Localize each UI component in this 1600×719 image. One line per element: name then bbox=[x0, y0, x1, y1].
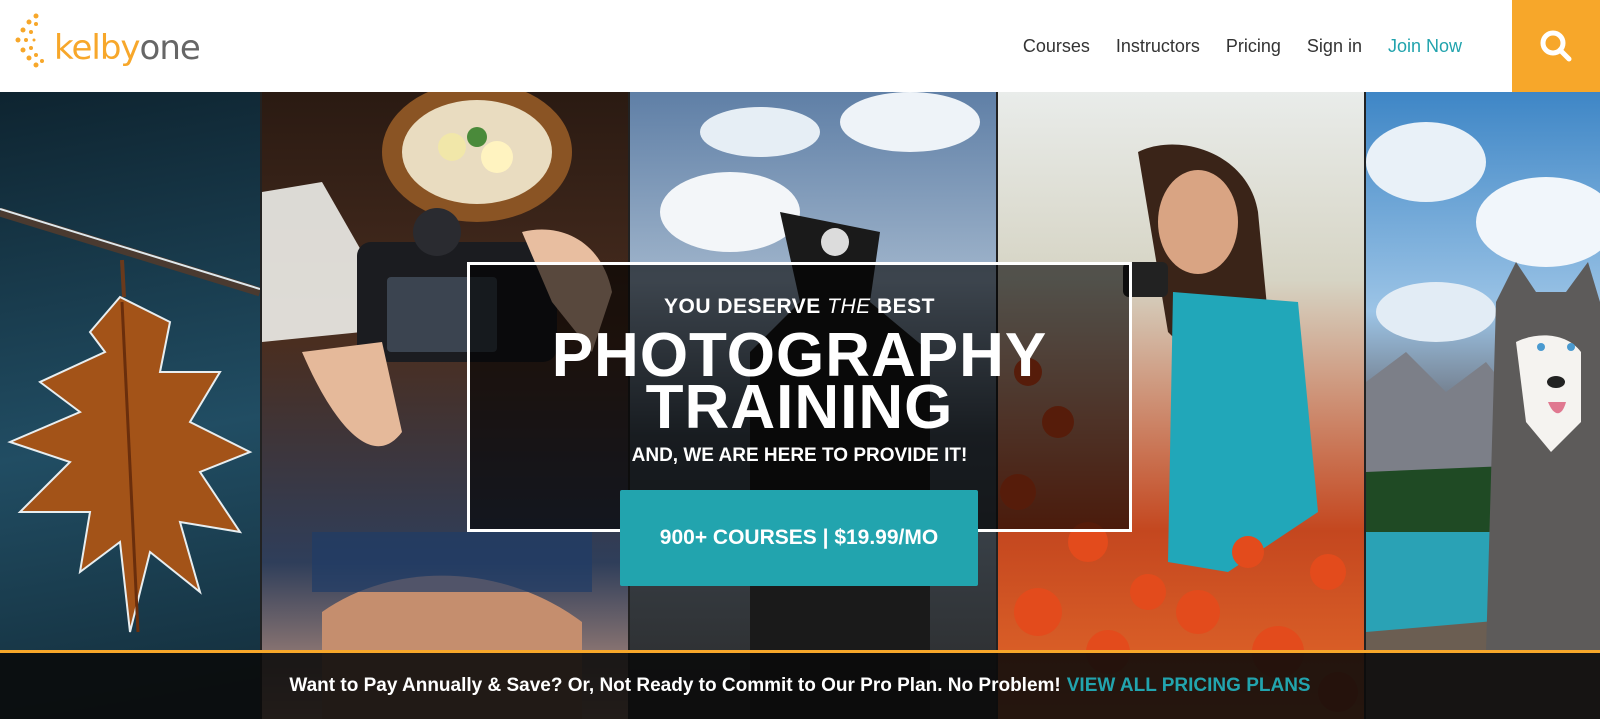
hero-subtagline: AND, WE ARE HERE TO PROVIDE IT! bbox=[631, 445, 968, 466]
nav-sign-in[interactable]: Sign in bbox=[1307, 36, 1362, 57]
logo-wordmark: kelbyone bbox=[54, 28, 201, 68]
nav-join-now[interactable]: Join Now bbox=[1388, 36, 1462, 57]
pricing-promo-bar: Want to Pay Annually & Save? Or, Not Rea… bbox=[0, 650, 1600, 719]
view-pricing-plans-link[interactable]: VIEW ALL PRICING PLANS bbox=[1067, 675, 1311, 697]
tagline-suffix: BEST bbox=[870, 295, 935, 318]
kelbyone-logo[interactable]: kelbyone bbox=[14, 12, 201, 72]
hero-headline-line2: TRAINING bbox=[645, 373, 954, 442]
tagline-emphasis: THE bbox=[827, 295, 871, 318]
logo-dots-icon bbox=[15, 13, 44, 68]
site-header: kelbyone Courses Instructors Pricing Sig… bbox=[0, 0, 1600, 92]
cta-courses-button[interactable]: 900+ COURSES | $19.99/MO bbox=[620, 490, 978, 586]
hero-photo-oak-leaf bbox=[0, 92, 260, 719]
logo-part-one: one bbox=[139, 28, 201, 68]
tagline-prefix: YOU DESERVE bbox=[663, 295, 828, 318]
promo-text: Want to Pay Annually & Save? Or, Not Rea… bbox=[289, 675, 1061, 696]
hero-photo-husky-lake bbox=[1366, 92, 1600, 719]
search-icon bbox=[1540, 30, 1572, 62]
main-nav: Courses Instructors Pricing Sign in Join… bbox=[1023, 0, 1462, 92]
hero-tagline: YOU DESERVE THE BEST bbox=[470, 295, 1129, 319]
hero-banner: YOU DESERVE THE BEST PHOTOGRAPHY TRAININ… bbox=[0, 92, 1600, 719]
nav-pricing[interactable]: Pricing bbox=[1226, 36, 1281, 57]
nav-instructors[interactable]: Instructors bbox=[1116, 36, 1200, 57]
logo-part-kelby: kelby bbox=[54, 28, 141, 68]
nav-courses[interactable]: Courses bbox=[1023, 36, 1090, 57]
search-button[interactable] bbox=[1512, 0, 1600, 92]
